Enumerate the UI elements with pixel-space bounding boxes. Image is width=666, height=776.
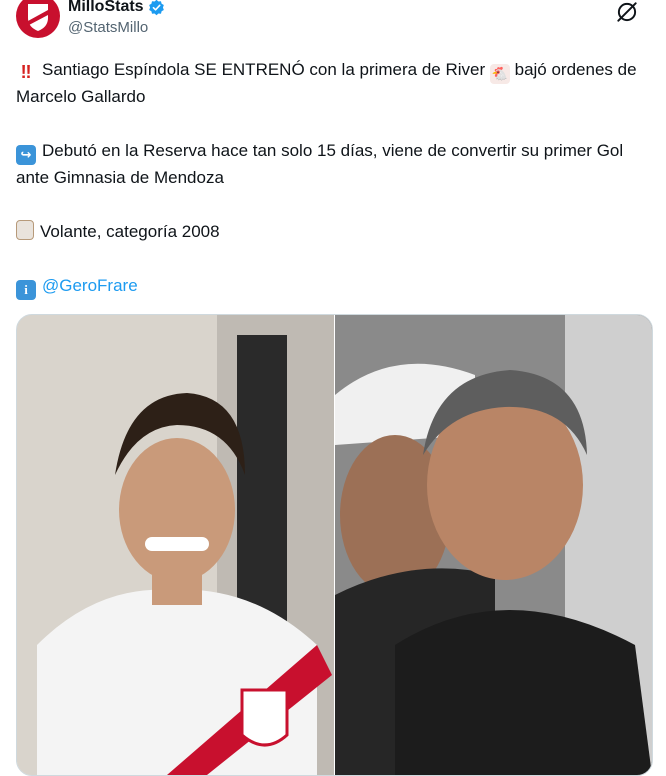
tweet-paragraph-2: ↪ Debutó en la Reserva hace tan solo 15 d… (16, 138, 646, 191)
display-name[interactable]: MilloStats (68, 0, 144, 17)
tweet-header: MilloStats @StatsMillo (16, 0, 656, 46)
coach-photo-illustration (335, 315, 652, 775)
river-crest-icon (28, 4, 48, 31)
tweet-paragraph-3: Volante, categoría 2008 (16, 219, 646, 245)
player-photo-illustration (17, 315, 334, 775)
verified-badge-icon (148, 0, 164, 15)
double-exclamation-icon: ‼ (20, 62, 32, 82)
tweet-paragraph-4: i @GeroFrare (16, 273, 646, 300)
clipboard-icon (16, 220, 34, 240)
chicken-icon: 🐔 (489, 64, 510, 84)
display-name-row[interactable]: MilloStats (68, 0, 165, 17)
paragraph-2-text: Debutó en la Reserva hace tan solo 15 dí… (16, 141, 628, 187)
account-handle[interactable]: @StatsMillo (68, 18, 165, 38)
mention-link[interactable]: @GeroFrare (42, 276, 138, 295)
paragraph-3-text: Volante, categoría 2008 (40, 222, 220, 241)
tweet-text: ‼ Santiago Espíndola SE ENTRENÓ con la pr… (16, 57, 646, 328)
tweet-media[interactable] (16, 314, 653, 776)
tweet-paragraph-1: ‼ Santiago Espíndola SE ENTRENÓ con la pr… (16, 57, 646, 110)
photo-player[interactable] (17, 315, 334, 775)
paragraph-1-text: Santiago Espíndola SE ENTRENÓ con la pri… (42, 60, 486, 79)
return-arrow-icon: ↪ (16, 145, 36, 165)
info-icon: i (16, 280, 36, 300)
avatar[interactable] (16, 0, 60, 38)
account-names: MilloStats @StatsMillo (68, 0, 165, 38)
grok-icon[interactable] (614, 0, 640, 25)
photo-gallardo[interactable] (335, 315, 652, 775)
